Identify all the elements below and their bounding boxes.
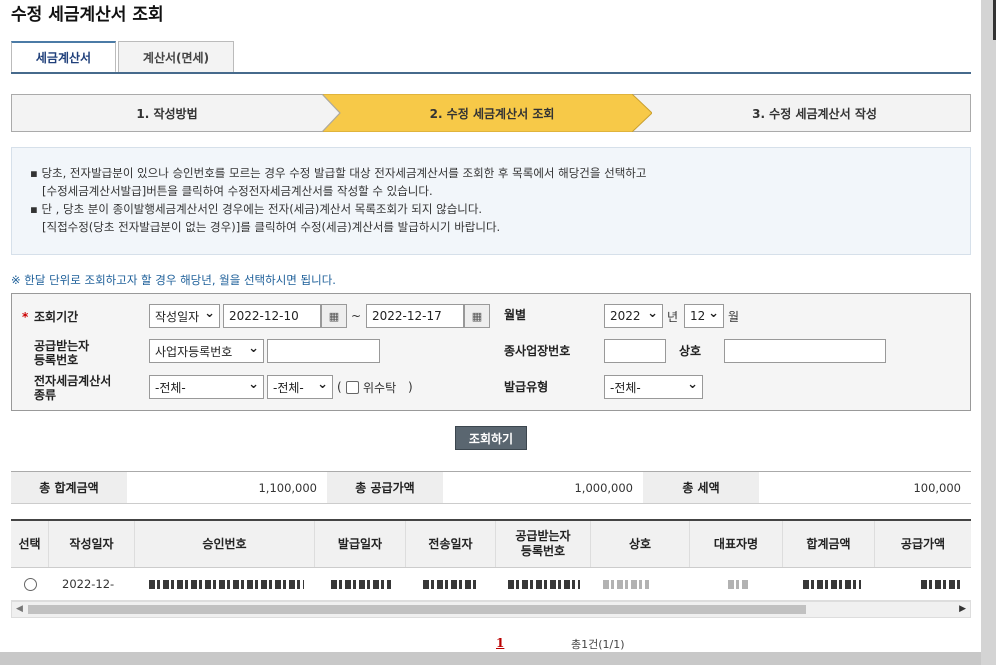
- hint-text: ※ 한달 단위로 조회하고자 할 경우 해당년, 월을 선택하시면 됩니다.: [11, 273, 336, 287]
- company-label: 상호: [679, 344, 702, 358]
- page: 수정 세금계산서 조회 세금계산서 계산서(면세) 1. 작성방법 2. 수정 …: [0, 0, 981, 652]
- year-unit: 년: [667, 310, 679, 324]
- month-select[interactable]: 12: [684, 304, 724, 328]
- step-2: 2. 수정 세금계산서 조회: [429, 106, 555, 121]
- date-from-input[interactable]: 2022-12-10: [223, 304, 321, 328]
- row-radio[interactable]: [23, 577, 37, 591]
- search-form: * 조회기간 작성일자 2022-12-10 ▦ ~ 2022-12-17 ▦ …: [11, 293, 971, 411]
- result-grid: 선택 작성일자 승인번호 발급일자 전송일자 공급받는자 등록번호 상호 대표자…: [11, 519, 971, 601]
- branch-number-input[interactable]: [604, 339, 666, 363]
- row-supply-masked: [919, 568, 965, 600]
- date-type-select[interactable]: 작성일자: [149, 304, 220, 328]
- step-indicator: 1. 작성방법 2. 수정 세금계산서 조회 3. 수정 세금계산서 작성: [11, 94, 971, 132]
- kind-select-2[interactable]: -전체-: [267, 375, 333, 399]
- calendar-icon[interactable]: ▦: [464, 304, 490, 328]
- col-total-amount: 합계금액: [783, 521, 875, 567]
- info-line-4: [직접수정(당초 전자발급분이 없는 경우)]를 클릭하여 수정(세금)계산서를…: [42, 220, 501, 234]
- company-input[interactable]: [724, 339, 886, 363]
- paren-open: (: [337, 380, 342, 394]
- tax-amount-label: 총 세액: [643, 472, 759, 503]
- row-buyer-number-masked: [506, 568, 581, 600]
- row-issue-date-masked: [329, 568, 393, 600]
- kind-label-1: 전자세금계산서: [34, 374, 112, 388]
- table-row[interactable]: 2022-12-: [11, 568, 971, 601]
- window-bottom-edge: [0, 652, 981, 665]
- total-amount-value: 1,100,000: [258, 480, 317, 495]
- info-line-2: [수정세금계산서발급]버튼을 클릭하여 수정전자세금계산서를 작성할 수 있습니…: [42, 184, 433, 198]
- month-label: 월별: [504, 308, 527, 322]
- buyer-type-select[interactable]: 사업자등록번호: [149, 339, 264, 363]
- date-to-input[interactable]: 2022-12-17: [366, 304, 464, 328]
- row-company-masked: [601, 568, 651, 600]
- kind-select-1[interactable]: -전체-: [149, 375, 264, 399]
- horizontal-scrollbar[interactable]: ◀ ▶: [11, 601, 971, 618]
- tax-amount-value: 100,000: [913, 480, 961, 495]
- supply-amount-label: 총 공급가액: [327, 472, 443, 503]
- issue-type-label: 발급유형: [504, 380, 549, 394]
- search-button[interactable]: 조회하기: [455, 426, 527, 450]
- row-ceo-masked: [726, 568, 752, 600]
- kind-label-2: 종류: [34, 388, 57, 402]
- branch-label: 종사업장번호: [504, 344, 571, 358]
- tab-underline: [11, 72, 971, 74]
- issue-type-select[interactable]: -전체-: [604, 375, 703, 399]
- col-written-date: 작성일자: [49, 521, 135, 567]
- row-written-date: 2022-12-: [62, 577, 115, 591]
- required-mark: *: [22, 310, 29, 324]
- scroll-left-icon[interactable]: ◀: [16, 604, 23, 614]
- info-line-3: ▪ 단 , 당초 분이 종이발행세금계산서인 경우에는 전자(세금)계산서 목록…: [30, 202, 483, 216]
- buyer-number-input[interactable]: [267, 339, 380, 363]
- tab-tax-invoice[interactable]: 세금계산서: [11, 41, 116, 73]
- scroll-thumb[interactable]: [28, 605, 806, 614]
- totals-bar: 총 합계금액 1,100,000 총 공급가액 1,000,000 총 세액 1…: [11, 471, 971, 504]
- row-approval-number-masked: [146, 568, 306, 600]
- buyer-label-1: 공급받는자: [34, 339, 90, 353]
- grid-header: 선택 작성일자 승인번호 발급일자 전송일자 공급받는자 등록번호 상호 대표자…: [11, 521, 971, 568]
- col-ceo-name: 대표자명: [690, 521, 783, 567]
- col-select: 선택: [11, 521, 49, 567]
- row-total-masked: [801, 568, 863, 600]
- page-link-current[interactable]: 1: [496, 636, 504, 650]
- step-1: 1. 작성방법: [136, 106, 198, 121]
- result-count: 총1건(1/1): [571, 638, 625, 651]
- row-send-date-masked: [421, 568, 481, 600]
- row-select-cell: [11, 568, 49, 600]
- scroll-right-icon[interactable]: ▶: [959, 604, 966, 614]
- paren-close: ): [408, 380, 413, 394]
- period-label: 조회기간: [34, 310, 79, 324]
- buyer-label-2: 등록번호: [34, 353, 79, 367]
- col-approval-number: 승인번호: [135, 521, 315, 567]
- trust-label: 위수탁: [363, 381, 397, 395]
- info-box: ▪ 당초, 전자발급분이 있으나 승인번호를 모르는 경우 수정 발급할 대상 …: [11, 147, 971, 255]
- tilde: ~: [351, 309, 362, 323]
- total-amount-label: 총 합계금액: [11, 472, 127, 503]
- info-line-1: ▪ 당초, 전자발급분이 있으나 승인번호를 모르는 경우 수정 발급할 대상 …: [30, 166, 647, 180]
- step-3: 3. 수정 세금계산서 작성: [752, 106, 877, 121]
- col-issue-date: 발급일자: [315, 521, 406, 567]
- trust-checkbox[interactable]: [346, 381, 359, 394]
- col-send-date: 전송일자: [406, 521, 496, 567]
- col-company: 상호: [591, 521, 690, 567]
- supply-amount-value: 1,000,000: [574, 480, 633, 495]
- col-buyer-number: 공급받는자 등록번호: [496, 521, 591, 567]
- tab-invoice-exempt[interactable]: 계산서(면세): [118, 41, 234, 73]
- year-select[interactable]: 2022: [604, 304, 663, 328]
- window-edge: [981, 0, 996, 665]
- month-unit: 월: [728, 310, 740, 324]
- calendar-icon[interactable]: ▦: [321, 304, 347, 328]
- page-title: 수정 세금계산서 조회: [11, 5, 164, 25]
- col-supply-amount: 공급가액: [900, 536, 946, 551]
